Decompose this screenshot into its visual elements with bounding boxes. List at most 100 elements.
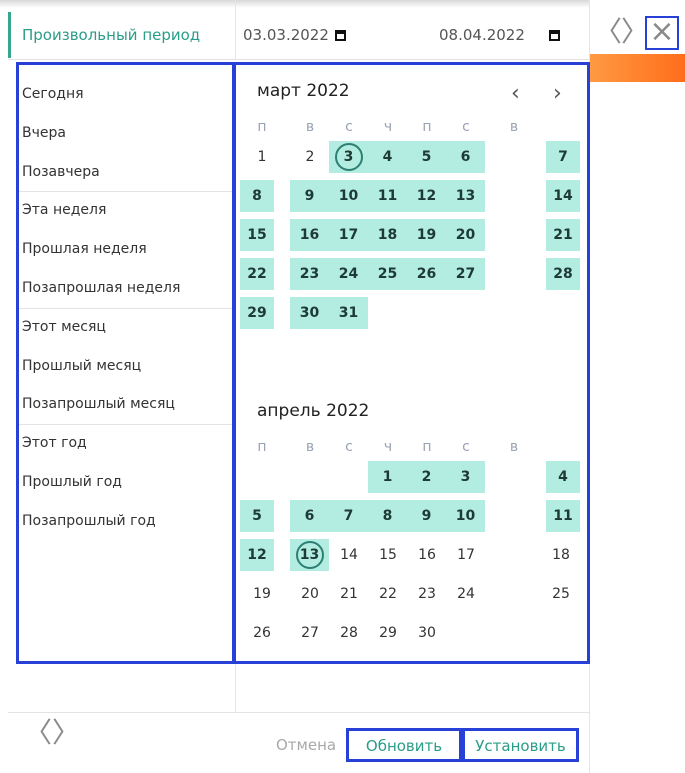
calendar-day[interactable]: 14 [546,180,580,212]
calendar-day[interactable]: 30 [290,297,329,329]
calendar-day[interactable]: 21 [546,219,580,251]
calendar-day[interactable]: 19 [407,219,446,251]
calendar-icon[interactable] [334,30,346,41]
calendar-day[interactable]: 5 [240,500,274,532]
footer-chevron-left-icon[interactable]: 〈 [24,718,52,748]
calendar-day[interactable]: 29 [240,297,274,329]
weekday-label: с [462,439,470,455]
preset-item[interactable]: Прошлый год [22,463,232,501]
close-icon: × [649,14,675,49]
preset-item[interactable]: Вчера [22,114,232,152]
calendar-day[interactable]: 20 [291,578,329,610]
footer-chevron-right-icon[interactable]: 〉 [52,718,80,748]
calendar-day[interactable]: 24 [447,578,485,610]
calendar-day[interactable]: 17 [329,219,368,251]
weekday-label: п [257,119,267,135]
preset-item[interactable]: Позапрошлая неделя [22,269,232,307]
calendar-day[interactable]: 14 [330,539,368,571]
calendar-day[interactable]: 7 [329,500,368,532]
weekday-label: в [509,439,519,455]
weekday-label: в [305,119,315,135]
calendar-day[interactable]: 16 [290,219,329,251]
calendar-day[interactable]: 18 [368,219,407,251]
date-to-field[interactable]: 08.04.2022 [439,12,581,58]
calendar-day[interactable]: 21 [330,578,368,610]
calendar-day[interactable]: 10 [329,180,368,212]
calendar-day[interactable]: 11 [546,500,580,532]
weekday-label: с [345,439,353,455]
period-mode-button[interactable]: Произвольный период [8,12,233,58]
calendar-day[interactable]: 2 [291,141,329,173]
calendar-day[interactable]: 11 [368,180,407,212]
calendar-day[interactable]: 4 [546,461,580,493]
preset-item[interactable]: Прошлый месяц [22,347,232,385]
calendar-day[interactable]: 5 [407,141,446,173]
calendar-day[interactable]: 26 [243,617,281,649]
calendar-day[interactable]: 7 [546,141,580,173]
apply-button[interactable]: Установить [462,728,579,762]
weekday-label: п [422,439,432,455]
calendar-day[interactable]: 29 [369,617,407,649]
date-from-field[interactable]: 03.03.2022 [243,12,346,58]
cancel-button[interactable]: Отмена [276,728,336,762]
calendar-day[interactable]: 27 [291,617,329,649]
weekday-label: ч [383,439,393,455]
calendar-day[interactable]: 25 [368,258,407,290]
column-divider-lower [235,664,236,712]
calendar-day[interactable]: 18 [539,539,583,571]
next-month-chevron-right-icon[interactable]: › [553,81,562,106]
preset-item[interactable]: Позавчера [22,153,232,191]
calendar-day-number: 3 [334,143,363,171]
weekday-label: ч [383,119,393,135]
calendar-day[interactable]: 25 [539,578,583,610]
calendar-day[interactable]: 20 [446,219,485,251]
calendar-day[interactable]: 10 [446,500,485,532]
preset-item[interactable]: Позапрошлый месяц [22,385,232,423]
calendar-day[interactable]: 28 [330,617,368,649]
date-from-value: 03.03.2022 [243,26,329,44]
calendar-day[interactable]: 8 [240,180,274,212]
preset-item[interactable]: Прошлая неделя [22,230,232,268]
calendar-day[interactable]: 6 [290,500,329,532]
calendar-day[interactable]: 15 [369,539,407,571]
chevron-left-icon[interactable]: 〈 [594,17,622,47]
calendar-day[interactable]: 9 [407,500,446,532]
calendar-day[interactable]: 15 [240,219,274,251]
calendar-day[interactable]: 23 [290,258,329,290]
preset-item[interactable]: Эта неделя [22,191,232,229]
calendar-day[interactable]: 23 [408,578,446,610]
calendar-day[interactable]: 8 [368,500,407,532]
preset-item[interactable]: Этот год [22,424,232,462]
calendar-icon[interactable] [548,30,560,41]
calendar-day[interactable]: 19 [243,578,281,610]
preset-item[interactable]: Сегодня [22,75,232,113]
calendar-day[interactable]: 3 [446,461,485,493]
calendar-day[interactable]: 12 [407,180,446,212]
refresh-button[interactable]: Обновить [346,728,462,762]
calendar-day[interactable]: 17 [447,539,485,571]
calendar-day[interactable]: 2 [407,461,446,493]
preset-item[interactable]: Этот месяц [22,308,232,346]
calendar-day[interactable]: 1 [368,461,407,493]
calendar-day[interactable]: 9 [290,180,329,212]
prev-month-chevron-left-icon[interactable]: ‹ [511,81,520,106]
calendar-day[interactable]: 30 [408,617,446,649]
calendar-day[interactable]: 22 [369,578,407,610]
calendar-day[interactable]: 12 [240,539,274,571]
calendar-day[interactable]: 3 [329,141,368,173]
calendar-day[interactable]: 24 [329,258,368,290]
close-button[interactable]: × [645,16,679,50]
calendar-day[interactable]: 4 [368,141,407,173]
calendar-day[interactable]: 28 [546,258,580,290]
preset-list: Сегодня Вчера Позавчера Эта неделя Прошлая н… [16,62,235,664]
calendar-day[interactable]: 26 [407,258,446,290]
calendar-day[interactable]: 27 [446,258,485,290]
calendar-day[interactable]: 1 [243,141,281,173]
calendar-day[interactable]: 13 [290,539,329,571]
preset-item[interactable]: Позапрошлый год [22,502,232,540]
calendar-day[interactable]: 22 [240,258,274,290]
calendar-day[interactable]: 31 [329,297,368,329]
calendar-day[interactable]: 16 [408,539,446,571]
calendar-day[interactable]: 6 [446,141,485,173]
calendar-day[interactable]: 13 [446,180,485,212]
